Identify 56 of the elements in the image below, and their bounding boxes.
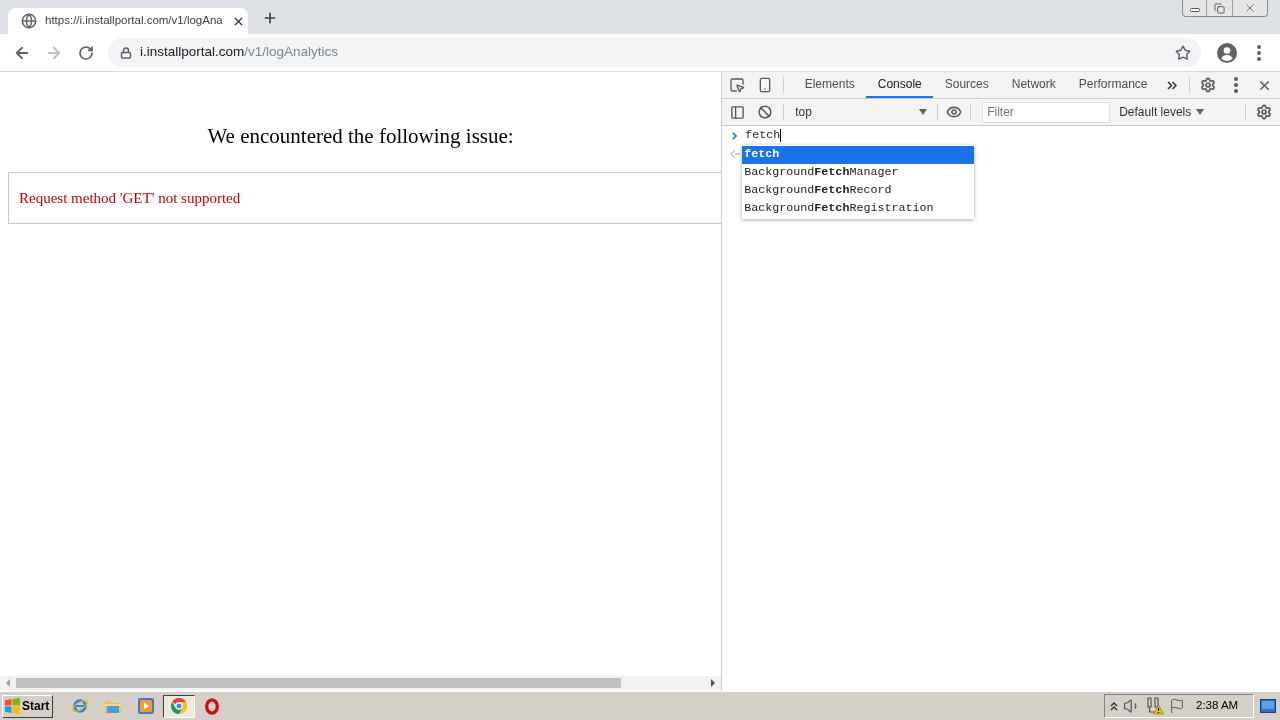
reload-icon <box>78 44 94 61</box>
levels-dropdown[interactable]: Default levels <box>1115 101 1209 123</box>
panel-tab[interactable]: Elements <box>793 72 867 98</box>
taskbar-app-button[interactable] <box>163 694 195 718</box>
filter-field[interactable]: Filter <box>982 101 1111 123</box>
clock[interactable]: 2:38 AM <box>1196 697 1239 715</box>
clear-icon <box>758 105 773 119</box>
console-input[interactable]: fetch <box>745 127 782 145</box>
close-icon <box>1244 2 1256 14</box>
plus-icon <box>262 10 278 26</box>
sidebar-icon <box>729 104 745 120</box>
tiled-flag-icon <box>5 698 20 714</box>
oval-ring-icon <box>205 697 219 715</box>
panel-tab[interactable]: Performance <box>1067 72 1159 98</box>
panel-tab[interactable]: Network <box>1000 72 1068 98</box>
url-text: i.installportal.com/v1/logAnalytics <box>140 43 339 62</box>
start-button[interactable]: Start <box>2 694 53 718</box>
menu-icon <box>1234 77 1238 93</box>
scrollbar-thumb[interactable] <box>16 678 621 688</box>
prompt-chevron-icon <box>732 132 738 140</box>
settings-icon <box>1200 77 1216 93</box>
minimize-icon <box>1189 8 1200 12</box>
scroll-right-icon[interactable] <box>711 679 716 687</box>
lock-icon <box>120 46 132 59</box>
result-arrow-icon <box>730 150 741 158</box>
dropdown-caret-icon <box>1196 109 1205 115</box>
dropdown-caret-icon <box>919 109 928 115</box>
browser-tab[interactable]: https://i.installportal.com/v1/logAna <box>8 8 248 34</box>
flag-icon[interactable] <box>1169 698 1185 714</box>
page-heading: We encountered the following issue: <box>206 124 515 148</box>
panel-tab[interactable]: Sources <box>933 72 1001 98</box>
folder-icon <box>104 699 122 713</box>
inspect-icon <box>729 77 746 93</box>
address-bar[interactable]: i.installportal.com/v1/logAnalytics <box>108 38 1201 67</box>
star-icon <box>1175 44 1191 61</box>
suggestion-item[interactable]: BackgroundFetchRecord <box>742 182 975 200</box>
network-warning-icon[interactable] <box>1146 697 1164 715</box>
settings-icon <box>1256 104 1272 120</box>
menu-icon <box>1257 44 1261 61</box>
suggestion-item[interactable]: BackgroundFetchRegistration <box>742 200 975 218</box>
context-select[interactable]: top <box>788 101 934 123</box>
suggestion-item[interactable]: BackgroundFetchManager <box>742 164 975 182</box>
desktop-icon[interactable] <box>1260 699 1276 713</box>
tab-title: https://i.installportal.com/v1/logAna <box>45 13 223 29</box>
horizontal-scrollbar[interactable] <box>0 676 722 690</box>
play-tile-icon <box>138 698 154 714</box>
suggestion-item[interactable]: fetch <box>742 146 975 164</box>
double-chevron-icon <box>1167 80 1177 90</box>
ringed-globe-icon <box>71 697 89 715</box>
eye-icon <box>946 104 963 120</box>
restore-icon <box>1214 2 1225 14</box>
error-message: Request method 'GET' not supported <box>19 188 241 208</box>
profile-icon <box>1217 42 1237 63</box>
segmented-circle-icon <box>171 698 187 714</box>
globe-icon <box>21 13 37 29</box>
double-chevron-up-icon[interactable] <box>1110 701 1118 711</box>
